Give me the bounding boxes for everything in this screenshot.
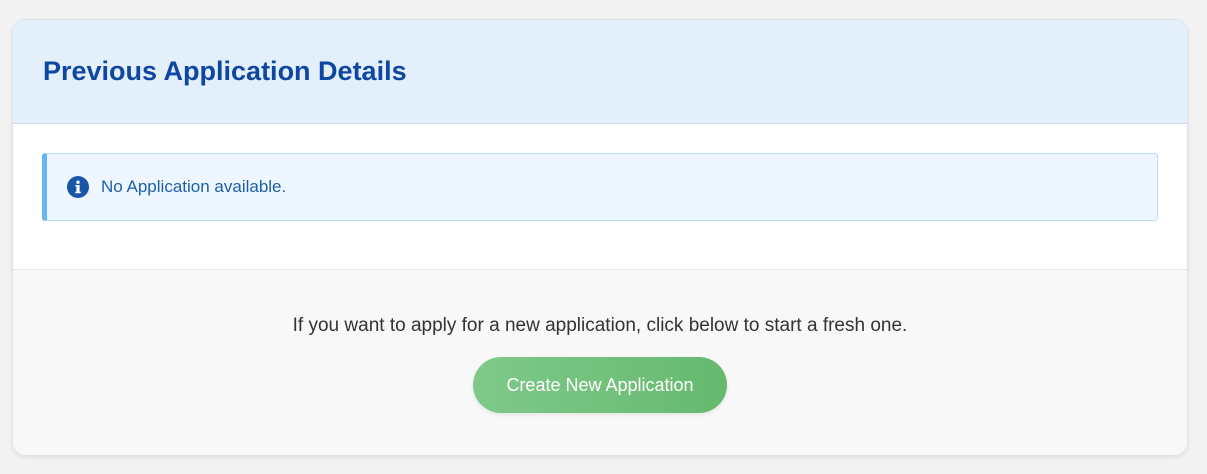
card-footer: If you want to apply for a new applicati… xyxy=(13,270,1187,455)
info-icon xyxy=(67,176,89,198)
previous-application-card: Previous Application Details No Applicat… xyxy=(12,19,1188,456)
card-header: Previous Application Details xyxy=(13,20,1187,124)
create-new-application-button[interactable]: Create New Application xyxy=(473,357,727,413)
page-title: Previous Application Details xyxy=(43,56,407,86)
alert-message: No Application available. xyxy=(101,177,287,196)
info-alert: No Application available. xyxy=(42,153,1158,221)
footer-prompt: If you want to apply for a new applicati… xyxy=(292,315,908,336)
card-body: No Application available. xyxy=(13,124,1187,270)
